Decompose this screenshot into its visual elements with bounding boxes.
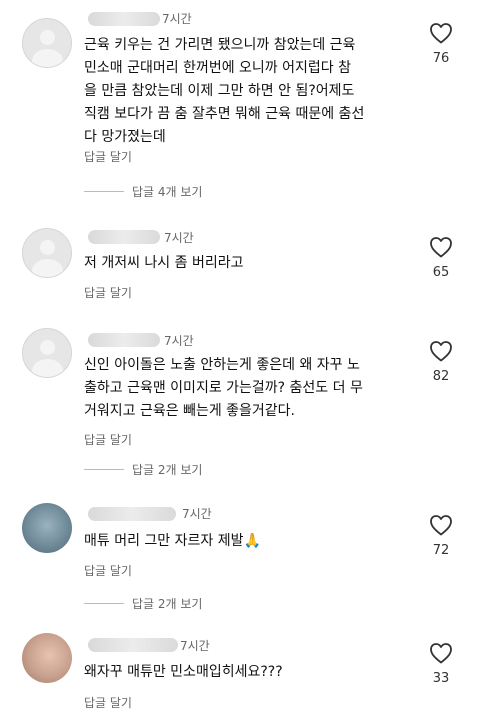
like-button[interactable]: 82 — [426, 340, 456, 384]
comment-text: 왜자꾸 매튜만 민소매입히세요??? — [84, 664, 283, 680]
comment-text: 매튜 머리 그만 자르자 제발🙏 — [84, 533, 261, 549]
comment-text: 신인 아이돌은 노출 안하는게 좋은데 왜 자꾸 노 출하고 근육맨 이미지로 … — [84, 357, 363, 419]
heart-outline-icon — [430, 341, 452, 362]
view-replies-label: 답글 2개 보기 — [132, 597, 203, 611]
comment-time: 7시간 — [182, 507, 212, 521]
reply-button[interactable]: 답글 달기 — [84, 562, 132, 579]
avatar[interactable] — [22, 633, 72, 683]
like-count: 82 — [432, 369, 450, 384]
heart-outline-icon — [430, 515, 452, 536]
avatar[interactable] — [22, 503, 72, 553]
username-redacted[interactable] — [88, 507, 176, 521]
comment-text: 근육 키우는 건 가리면 됐으니까 참았는데 근육 민소매 군대머리 한꺼번에 … — [84, 37, 365, 145]
heart-outline-icon — [430, 643, 452, 664]
username-redacted[interactable] — [88, 12, 160, 26]
reply-button[interactable]: 답글 달기 — [84, 694, 132, 711]
avatar[interactable] — [22, 228, 72, 278]
like-button[interactable]: 76 — [426, 22, 456, 66]
reply-button[interactable]: 답글 달기 — [84, 284, 132, 301]
comment-time: 7시간 — [162, 12, 192, 26]
default-avatar-icon — [40, 30, 55, 45]
view-replies-label: 답글 2개 보기 — [132, 463, 203, 477]
view-replies-button[interactable]: 답글 2개 보기 — [84, 595, 202, 612]
username-redacted[interactable] — [88, 638, 178, 652]
divider-line — [84, 469, 124, 470]
avatar[interactable] — [22, 18, 72, 68]
default-avatar-icon — [40, 240, 55, 255]
avatar[interactable] — [22, 328, 72, 378]
comment-time: 7시간 — [164, 231, 194, 245]
heart-outline-icon — [430, 237, 452, 258]
divider-line — [84, 191, 124, 192]
like-button[interactable]: 33 — [426, 642, 456, 686]
view-replies-label: 답글 4개 보기 — [132, 185, 203, 199]
like-count: 72 — [432, 543, 450, 558]
reply-button[interactable]: 답글 달기 — [84, 431, 132, 448]
like-button[interactable]: 72 — [426, 514, 456, 558]
like-button[interactable]: 65 — [426, 236, 456, 280]
comment-time: 7시간 — [180, 639, 210, 653]
comment-text: 저 개저씨 나시 좀 버리라고 — [84, 255, 244, 271]
comment-time: 7시간 — [164, 334, 194, 348]
heart-outline-icon — [430, 23, 452, 44]
username-redacted[interactable] — [88, 230, 160, 244]
reply-button[interactable]: 답글 달기 — [84, 148, 132, 165]
default-avatar-icon — [40, 340, 55, 355]
divider-line — [84, 603, 124, 604]
username-redacted[interactable] — [88, 333, 160, 347]
like-count: 76 — [432, 51, 450, 66]
like-count: 33 — [432, 671, 450, 686]
like-count: 65 — [432, 265, 450, 280]
view-replies-button[interactable]: 답글 2개 보기 — [84, 461, 202, 478]
view-replies-button[interactable]: 답글 4개 보기 — [84, 183, 202, 200]
